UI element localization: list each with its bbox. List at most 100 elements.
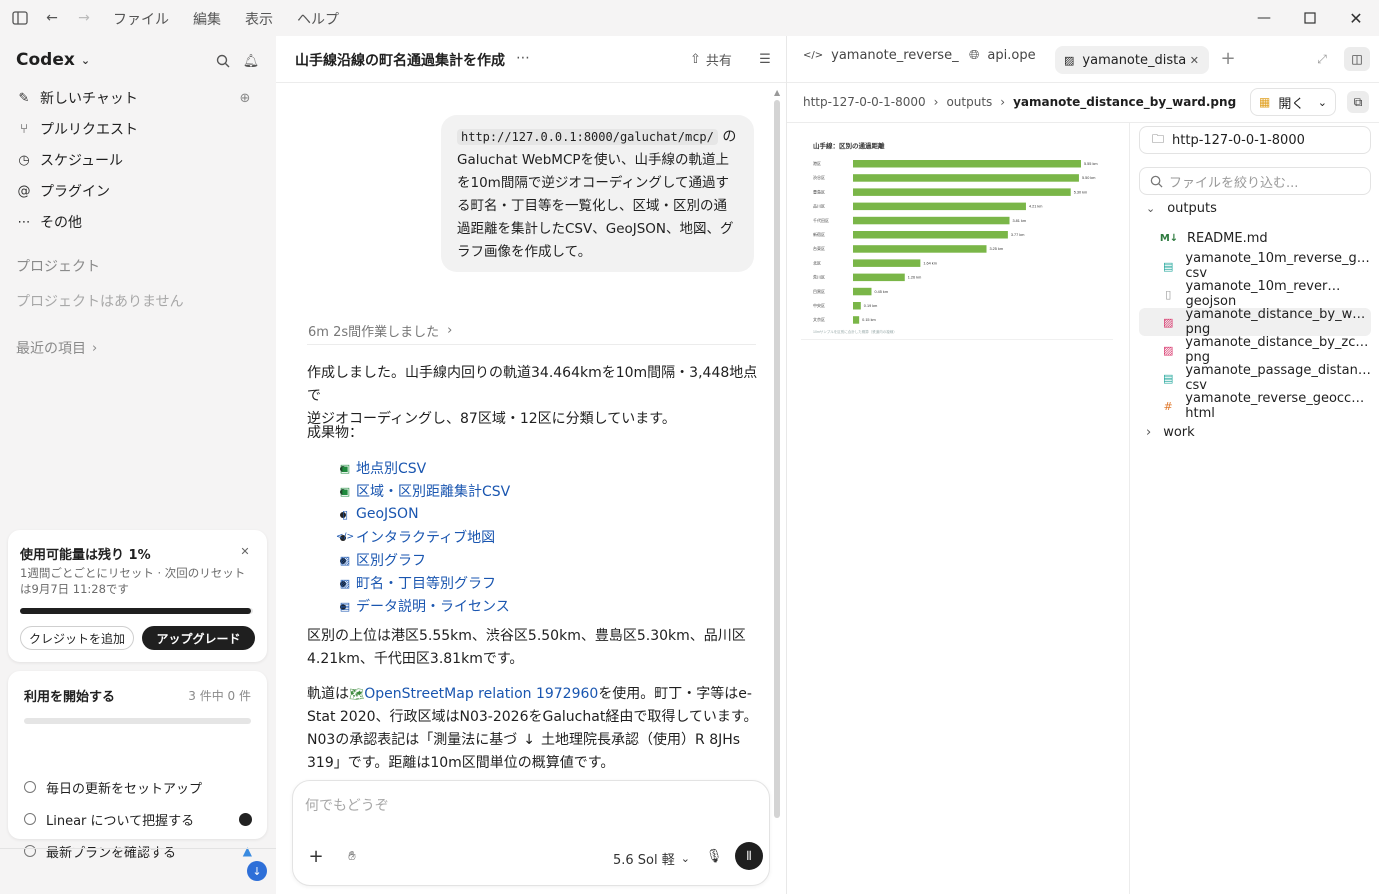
divider: [307, 344, 756, 345]
menu-file[interactable]: ファイル: [113, 9, 169, 29]
file-label: yamanote_passage_distan…csv: [1185, 363, 1371, 393]
chart-title: 山手線：区別の通過距離: [813, 141, 885, 150]
deliverable-item[interactable]: ▣ 地点別CSV: [338, 458, 426, 478]
breadcrumb-item[interactable]: http-127-0-0-1-8000: [803, 95, 926, 109]
deliverable-item[interactable]: ▣ 区域・区別距離集計CSV: [338, 481, 510, 501]
osm-link[interactable]: OpenStreetMap relation 1972960: [364, 686, 598, 702]
bell-icon[interactable]: 🔔︎: [242, 52, 260, 70]
deliverable-item[interactable]: ▨ 区別グラフ: [338, 550, 426, 570]
close-icon[interactable]: ✕: [238, 544, 252, 558]
chevron-right-icon: ›: [92, 340, 98, 356]
chart-value-label: 3.25 km: [990, 247, 1004, 251]
nav-plugins[interactable]: @ プラグイン: [16, 177, 261, 205]
worked-duration[interactable]: 6m 2s間作業しました ›: [308, 321, 452, 340]
microphone-icon[interactable]: 🎙︎: [705, 847, 723, 865]
getting-started-card: 利用を開始する 3 件中 0 件 毎日の更新をセットアップ Linear につい…: [8, 671, 267, 861]
sidebar-toggle-icon[interactable]: [10, 8, 30, 28]
maximize-icon[interactable]: [1298, 6, 1322, 30]
file-item[interactable]: ▤ yamanote_10m_reverse_g…csv: [1139, 251, 1371, 281]
task-plans[interactable]: 最新プランを確認する ▲: [24, 840, 252, 862]
line: 4.21km、千代田区3.81kmです。: [307, 651, 524, 667]
task-linear[interactable]: Linear について把握する: [24, 808, 252, 830]
menu-edit[interactable]: 編集: [193, 9, 221, 29]
folder-work[interactable]: › work: [1146, 425, 1195, 440]
file-item[interactable]: ▯ yamanote_10m_rever…geojson: [1139, 279, 1371, 309]
chart-category-label: 品川区: [813, 204, 825, 209]
scroll-up-icon[interactable]: ▲: [774, 88, 780, 97]
root-folder-selector[interactable]: 🗀︎ http-127-0-0-1-8000: [1139, 126, 1371, 154]
tab-image-active[interactable]: ▨ yamanote_dista ✕: [1055, 46, 1209, 74]
menu-view[interactable]: 表示: [245, 9, 273, 29]
file-item[interactable]: # yamanote_reverse_geocc…html: [1139, 391, 1371, 421]
copy-icon[interactable]: ⧉: [1347, 91, 1369, 113]
composer-input[interactable]: 何でもどうぞ: [305, 795, 755, 815]
globe-icon: 🌐︎: [969, 48, 980, 63]
back-arrow-icon[interactable]: ←: [42, 8, 62, 28]
file-item[interactable]: M↓ README.md: [1139, 224, 1371, 252]
arrow-down-icon: ↓: [523, 732, 536, 748]
new-tab-icon[interactable]: +: [1219, 48, 1237, 69]
share-button[interactable]: ⇧ 共有: [690, 50, 732, 69]
file-item-selected[interactable]: ▨ yamanote_distance_by_w…png: [1139, 307, 1371, 337]
scrollbar-thumb[interactable]: [774, 100, 780, 818]
scrollbar[interactable]: ▲: [774, 88, 780, 818]
toggle-panel-icon[interactable]: ◫: [1344, 47, 1370, 71]
plus-icon[interactable]: +: [307, 846, 325, 867]
add-credit-button[interactable]: クレジットを追加: [20, 626, 134, 650]
download-icon[interactable]: ↓: [247, 861, 267, 881]
file-item[interactable]: ▤ yamanote_passage_distan…csv: [1139, 363, 1371, 393]
task-daily-update[interactable]: 毎日の更新をセットアップ: [24, 776, 252, 798]
share-label: 共有: [705, 54, 732, 69]
line: を10m間隔で逆ジオコーディングして通過す: [457, 175, 729, 191]
deliverable-item[interactable]: ▨ 町名・丁目等別グラフ: [338, 573, 496, 593]
minimize-icon[interactable]: —: [1252, 6, 1276, 30]
worked-label: 6m 2s間作業しました: [308, 325, 440, 340]
close-window-icon[interactable]: ✕: [1344, 6, 1368, 30]
text: を使用。町丁・字等はe-: [598, 686, 752, 702]
upgrade-button[interactable]: アップグレード: [142, 626, 255, 650]
search-icon[interactable]: [214, 52, 232, 70]
voice-mode-icon[interactable]: ⦀: [735, 842, 763, 870]
chart-category-label: 台東区: [813, 245, 825, 251]
folder-outputs[interactable]: ⌄ outputs: [1146, 201, 1217, 216]
task-list-icon[interactable]: ☰: [757, 51, 773, 67]
text: 軌道は: [307, 686, 349, 702]
nav-pull-requests[interactable]: ⑂ プルリクエスト: [16, 115, 261, 143]
chart-bar: [853, 302, 861, 310]
link: 地点別CSV: [356, 461, 427, 477]
hand-icon[interactable]: ✋︎: [343, 847, 361, 865]
tab-code[interactable]: </> yamanote_reverse_: [803, 48, 959, 63]
add-circle-icon[interactable]: ⊕: [237, 90, 253, 106]
at-icon: @: [17, 183, 31, 199]
deliverable-item[interactable]: ▯ GeoJSON: [338, 504, 419, 524]
file-item[interactable]: ▨ yamanote_distance_by_zc…png: [1139, 335, 1371, 365]
deliverable-item[interactable]: ▤ データ説明・ライセンス: [338, 596, 510, 616]
nav-new-chat[interactable]: ✎ 新しいチャット ⊕: [16, 84, 261, 112]
more-options-icon[interactable]: ⋯: [516, 50, 530, 66]
model-selector[interactable]: 5.6 Sol 軽 ⌄: [613, 849, 690, 868]
clock-icon: ◷: [18, 152, 30, 168]
open-with-button[interactable]: ▦ 開く ⌄: [1250, 88, 1336, 116]
nav-more[interactable]: ⋯ その他: [16, 208, 261, 236]
forward-arrow-icon[interactable]: →: [74, 8, 94, 28]
close-tab-icon[interactable]: ✕: [1190, 54, 1199, 67]
nav-label: スケジュール: [40, 153, 124, 169]
preview-panel: </> yamanote_reverse_ 🌐︎ api.ope ▨ yaman…: [786, 36, 1379, 894]
expand-icon[interactable]: ⤢: [1314, 51, 1330, 67]
chart-category-label: 文京区: [813, 316, 825, 322]
breadcrumb-item[interactable]: outputs: [946, 95, 992, 109]
radio-icon[interactable]: [24, 845, 36, 857]
open-label: 開く: [1278, 96, 1305, 112]
file-filter-input[interactable]: ファイルを絞り込む...: [1139, 167, 1371, 195]
link: 町名・丁目等別グラフ: [356, 576, 496, 592]
workspace-switcher[interactable]: Codex ⌄: [16, 50, 90, 70]
tab-browser[interactable]: 🌐︎ api.ope: [969, 48, 1036, 63]
chat-title: 山手線沿線の町名通過集計を作成: [295, 53, 505, 69]
assistant-paragraph-2: 区別の上位は港区5.55km、渋谷区5.50km、豊島区5.30km、品川区 4…: [307, 625, 767, 671]
menu-help[interactable]: ヘルプ: [297, 9, 339, 29]
deliverable-item[interactable]: </> インタラクティブ地図: [336, 527, 495, 547]
recent-items[interactable]: 最近の項目 ›: [16, 338, 97, 358]
radio-icon[interactable]: [24, 813, 36, 825]
nav-schedule[interactable]: ◷ スケジュール: [16, 146, 261, 174]
radio-icon[interactable]: [24, 781, 36, 793]
